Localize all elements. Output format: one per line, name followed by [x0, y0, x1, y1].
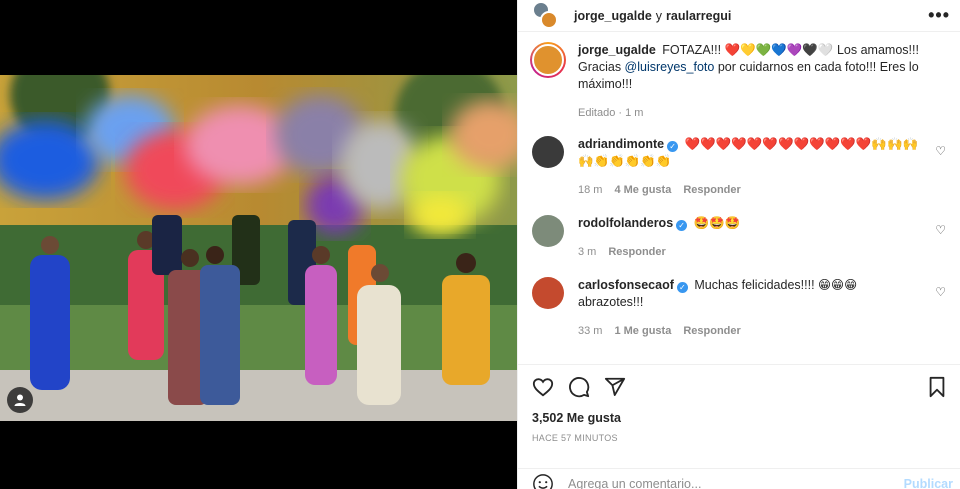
- verified-badge-icon: ✓: [667, 141, 679, 152]
- publish-button[interactable]: Publicar: [904, 477, 953, 489]
- reply-button[interactable]: Responder: [608, 244, 665, 261]
- comments-list: jorge_ugalde FOTAZA!!! ❤️💛💚💙💜🖤🤍 Los amam…: [518, 32, 960, 364]
- post-details-panel: jorge_ugalde y raularregui ••• jorge_ugald…: [517, 0, 960, 489]
- caption-username[interactable]: jorge_ugalde: [578, 43, 656, 57]
- comment-item: rodolfolanderos ✓ 🤩🤩🤩 3 m Responder ♡: [532, 215, 946, 261]
- avatar[interactable]: [532, 277, 564, 309]
- avatar[interactable]: [532, 136, 564, 168]
- heart-icon[interactable]: [532, 376, 554, 398]
- comment-likes[interactable]: 4 Me gusta: [614, 182, 671, 199]
- tagged-users-button[interactable]: [7, 387, 33, 413]
- comment-meta: 33 m 1 Me gusta Responder: [578, 323, 922, 340]
- post-timestamp: HACE 57 MINUTOS: [532, 433, 618, 443]
- comment-username[interactable]: adriandimonte: [578, 137, 664, 151]
- caption-meta: Editado · 1 m: [578, 105, 922, 122]
- comment-item: adriandimonte ✓ ❤️❤️❤️❤️❤️❤️❤️❤️❤️❤️❤️❤️🙌…: [532, 136, 946, 199]
- post-photo[interactable]: [0, 75, 517, 421]
- collab-avatars[interactable]: [532, 0, 558, 29]
- post-viewer: jorge_ugalde y raularregui ••• jorge_ugald…: [0, 0, 960, 489]
- add-comment-bar: Publicar: [518, 468, 960, 489]
- emoji-icon[interactable]: [532, 473, 554, 489]
- verified-badge-icon: ✓: [676, 282, 688, 293]
- author-link-2[interactable]: raularregui: [666, 9, 731, 23]
- verified-badge-icon: ✓: [676, 220, 688, 231]
- comment-username[interactable]: carlosfonsecaof: [578, 278, 674, 292]
- comment-icon[interactable]: [568, 376, 590, 398]
- reply-button[interactable]: Responder: [683, 323, 740, 340]
- author-connector: y: [655, 8, 663, 23]
- comment-time: 18 m: [578, 184, 603, 196]
- avatar: [540, 10, 558, 29]
- share-icon[interactable]: [604, 376, 626, 398]
- caption: jorge_ugalde FOTAZA!!! ❤️💛💚💙💜🖤🤍 Los amam…: [530, 42, 946, 122]
- media-area: [0, 0, 517, 489]
- comment-like-heart-icon[interactable]: ♡: [935, 285, 946, 299]
- comment-like-heart-icon[interactable]: ♡: [935, 144, 946, 158]
- post-header: jorge_ugalde y raularregui •••: [518, 0, 960, 32]
- user-icon: [14, 394, 26, 406]
- bookmark-icon[interactable]: [927, 376, 947, 398]
- author-link-1[interactable]: jorge_ugalde: [574, 9, 652, 23]
- comment-meta: 18 m 4 Me gusta Responder: [578, 182, 922, 199]
- comment-item: carlosfonsecaof ✓ Muchas felicidades!!!! …: [532, 277, 946, 340]
- comment-meta: 3 m Responder: [578, 244, 922, 261]
- comment-username[interactable]: rodolfolanderos: [578, 216, 673, 230]
- caption-mention[interactable]: @luisreyes_foto: [625, 60, 715, 74]
- comment-time: 33 m: [578, 325, 603, 337]
- caption-edited: Editado · 1 m: [578, 107, 644, 119]
- comment-like-heart-icon[interactable]: ♡: [935, 223, 946, 237]
- avatar[interactable]: [530, 42, 566, 78]
- comment-input[interactable]: [568, 476, 904, 489]
- likes-count[interactable]: 3,502 Me gusta: [532, 411, 947, 425]
- reply-button[interactable]: Responder: [683, 182, 740, 199]
- comment-likes[interactable]: 1 Me gusta: [614, 323, 671, 340]
- comment-time: 3 m: [578, 246, 597, 258]
- post-authors: jorge_ugalde y raularregui: [574, 9, 731, 23]
- comment-text: 🤩🤩🤩: [693, 216, 741, 230]
- more-horizontal-icon[interactable]: •••: [928, 5, 950, 26]
- post-actions: 3,502 Me gusta HACE 57 MINUTOS: [518, 364, 960, 443]
- avatar[interactable]: [532, 215, 564, 247]
